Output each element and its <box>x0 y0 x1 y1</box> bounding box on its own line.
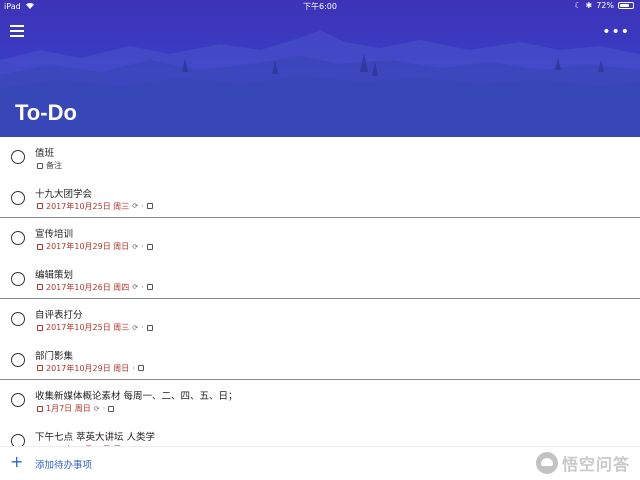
separator-dot: · <box>141 242 144 251</box>
due-date: 2017年10月29日 周日 <box>46 363 130 373</box>
bluetooth-icon: ✱ <box>585 1 593 10</box>
separator-dot: · <box>141 282 144 292</box>
task-row[interactable]: 自评表打分 2017年10月25日 周三 ⟳ · <box>0 299 640 340</box>
task-row[interactable]: 编辑策划 2017年10月26日 周四 ⟳ · <box>0 259 640 299</box>
due-date: 2017年10月26日 周四 <box>46 282 130 292</box>
plus-icon[interactable]: + <box>10 454 23 470</box>
task-meta: 2017年10月29日 周日 ⟳ · <box>37 241 153 252</box>
note-icon <box>146 203 153 209</box>
separator-dot: · <box>132 363 135 373</box>
complete-checkbox-icon[interactable] <box>11 231 25 245</box>
more-options-icon[interactable]: ••• <box>602 24 630 40</box>
moon-icon: ☾ <box>574 1 582 10</box>
complete-checkbox-icon[interactable] <box>11 433 25 446</box>
task-title: 值班 <box>35 148 55 159</box>
status-bar: iPad 下午6:00 ☾ ✱ 72% <box>0 0 640 12</box>
task-row[interactable]: 收集新媒体概论素材 每周一、二、四、五、日； 1月7日 周日 ⟳ · <box>0 380 640 421</box>
repeat-icon: ⟳ <box>132 283 139 291</box>
repeat-icon: ⟳ <box>132 323 139 332</box>
task-meta: 2017年10月26日 周四 ⟳ · <box>37 282 153 293</box>
note-icon <box>146 243 153 250</box>
repeat-icon: ⟳ <box>132 202 139 210</box>
task-title: 编辑策划 <box>35 269 74 281</box>
task-meta: 备注 <box>37 160 62 171</box>
note-icon <box>146 284 153 290</box>
calendar-icon <box>37 365 43 371</box>
complete-checkbox-icon[interactable] <box>11 352 25 367</box>
task-row[interactable]: 十九大团学会 2017年10月25日 周三 ⟳ · <box>0 178 640 218</box>
add-todo-button[interactable]: 添加待办事项 <box>35 457 92 471</box>
complete-checkbox-icon[interactable] <box>11 271 25 286</box>
task-meta: 1月7日 周日 ⟳ · <box>37 403 115 414</box>
watermark-text: 悟空问答 <box>561 455 630 474</box>
note-icon <box>146 324 153 331</box>
task-meta: 2017年10月25日 周三 ⟳ · <box>37 322 153 333</box>
mountain-background-image <box>0 30 640 137</box>
task-meta: 2017年10月25日 周三 ⟳ · <box>37 201 153 212</box>
repeat-icon: ⟳ <box>132 242 139 251</box>
calendar-icon <box>37 203 43 209</box>
task-row[interactable]: 宣传培训 2017年10月29日 周日 ⟳ · <box>0 218 640 259</box>
separator-dot: · <box>141 201 144 211</box>
note-icon <box>37 162 43 169</box>
separator-dot: · <box>141 323 144 332</box>
clock: 下午6:00 <box>303 2 337 11</box>
due-date: 2017年10月25日 周三 <box>46 201 130 211</box>
calendar-icon <box>37 243 43 250</box>
task-meta: 2017年10月29日 周日 · <box>37 363 144 374</box>
note-icon <box>137 365 144 371</box>
due-date: 2017年10月29日 周日 <box>46 242 130 251</box>
task-row[interactable]: 值班备注 <box>0 137 640 178</box>
task-list: 值班 备注 十九大团学会 2017年10月25日 周三 ⟳ · 宣传培训 2017年10月29… <box>0 137 640 446</box>
repeat-icon: ⟳ <box>93 404 100 413</box>
calendar-icon <box>37 284 43 290</box>
task-title: 收集新媒体概论素材 每周一、二、四、五、日； <box>35 391 238 402</box>
complete-checkbox-icon[interactable] <box>11 393 25 407</box>
battery-level-fill <box>620 4 629 7</box>
note-icon <box>108 405 115 412</box>
battery-icon <box>618 2 634 9</box>
task-title: 部门影集 <box>35 350 74 362</box>
task-title: 下午七点 萃英大讲坛 人类学 <box>35 431 156 443</box>
list-header <box>0 0 640 137</box>
task-row[interactable]: 部门影集 2017年10月29日 周日 · <box>0 340 640 380</box>
task-row[interactable]: 下午七点 萃英大讲坛 人类学2017年11月07日 周二· <box>0 421 640 446</box>
battery-percent: 72% <box>596 1 614 10</box>
complete-checkbox-icon[interactable] <box>11 312 25 326</box>
watermark: 悟空问答 <box>535 451 630 475</box>
task-title: 十九大团学会 <box>35 188 93 200</box>
hamburger-menu-icon[interactable] <box>10 25 26 39</box>
calendar-icon <box>37 324 43 331</box>
separator-dot: · <box>102 404 106 413</box>
task-title: 宣传培训 <box>35 229 74 240</box>
complete-checkbox-icon[interactable] <box>11 190 25 205</box>
watermark-logo-icon <box>535 452 558 474</box>
note-text: 备注 <box>46 161 62 170</box>
complete-checkbox-icon[interactable] <box>11 150 25 164</box>
due-date: 2017年10月25日 周三 <box>46 323 130 332</box>
due-date: 1月7日 周日 <box>46 404 91 413</box>
task-title: 自评表打分 <box>35 310 83 321</box>
footer-bar: + 添加待办事项 悟空问答 <box>0 446 640 480</box>
calendar-icon <box>37 405 43 412</box>
page-title: To-Do <box>15 100 77 125</box>
